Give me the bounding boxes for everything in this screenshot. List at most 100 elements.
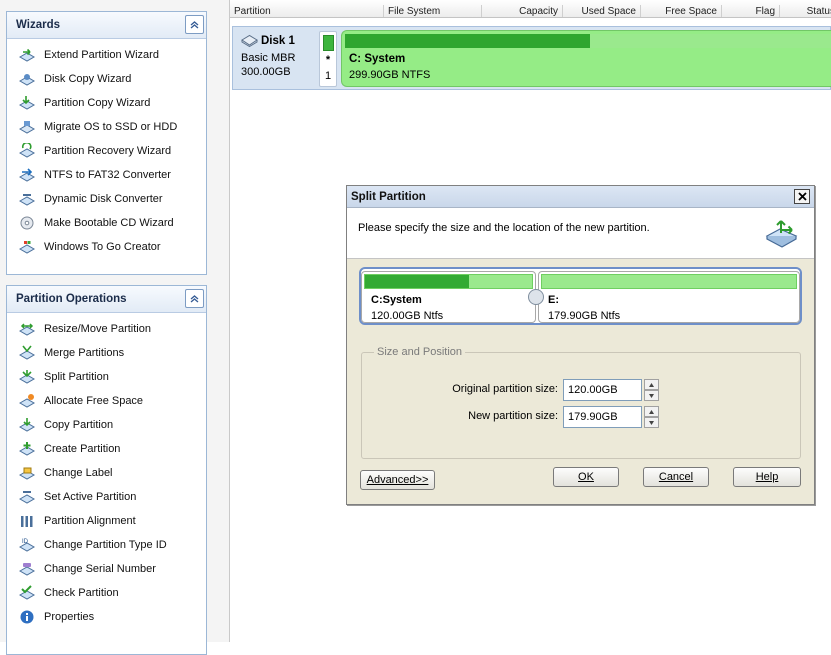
column-used-space[interactable]: Used Space bbox=[563, 5, 641, 17]
operation-item-label: Partition Alignment bbox=[44, 515, 136, 527]
disk-name: Disk 1 bbox=[261, 34, 295, 47]
column-capacity[interactable]: Capacity bbox=[482, 5, 563, 17]
resize-move-icon bbox=[18, 323, 36, 336]
wizard-item[interactable]: Partition Recovery Wizard bbox=[7, 139, 206, 163]
wizard-item[interactable]: NTFS to FAT32 Converter bbox=[7, 163, 206, 187]
operation-item[interactable]: Partition Alignment bbox=[7, 509, 206, 533]
partition-c-block[interactable]: C: System 299.90GB NTFS bbox=[341, 30, 831, 87]
ok-button[interactable]: OK bbox=[553, 467, 619, 487]
collapse-wizards-button[interactable] bbox=[185, 15, 204, 34]
operation-item-label: Check Partition bbox=[44, 587, 119, 599]
operations-panel: Partition Operations Resize/Move Partiti… bbox=[6, 285, 207, 655]
chevron-up-icon bbox=[190, 295, 199, 303]
split-drag-handle[interactable] bbox=[528, 289, 544, 305]
wizard-item-label: Migrate OS to SSD or HDD bbox=[44, 121, 178, 133]
sidebar: Wizards Extend Partition Wizard Disk Copy… bbox=[0, 0, 216, 655]
advanced-button[interactable]: Advanced>> bbox=[360, 470, 435, 490]
help-button[interactable]: Help bbox=[733, 467, 801, 487]
operation-item-label: Copy Partition bbox=[44, 419, 114, 431]
column-flag[interactable]: Flag bbox=[722, 5, 780, 17]
operation-item-label: Change Partition Type ID bbox=[44, 539, 167, 551]
operation-item[interactable]: Change Label bbox=[7, 461, 206, 485]
wizard-item[interactable]: Make Bootable CD Wizard bbox=[7, 211, 206, 235]
size-position-legend: Size and Position bbox=[374, 346, 465, 358]
operation-item[interactable]: Create Partition bbox=[7, 437, 206, 461]
wizard-item[interactable]: Windows To Go Creator bbox=[7, 235, 206, 259]
reserved-star: * bbox=[325, 54, 331, 66]
split-partition-icon bbox=[765, 220, 798, 248]
column-partition[interactable]: Partition bbox=[230, 5, 384, 17]
operation-item[interactable]: Allocate Free Space bbox=[7, 389, 206, 413]
partition-table-header: Partition File System Capacity Used Spac… bbox=[230, 0, 831, 18]
operation-item[interactable]: Set Active Partition bbox=[7, 485, 206, 509]
new-size-row: New partition size: bbox=[362, 406, 802, 428]
close-icon bbox=[797, 192, 807, 201]
operation-item[interactable]: ID Change Partition Type ID bbox=[7, 533, 206, 557]
wizards-panel-header[interactable]: Wizards bbox=[7, 12, 206, 39]
size-position-group: Size and Position Original partition siz… bbox=[361, 346, 802, 459]
left-usage-bar bbox=[365, 275, 469, 288]
original-size-input[interactable] bbox=[563, 379, 642, 401]
partition-recovery-icon bbox=[18, 143, 36, 158]
operations-panel-header[interactable]: Partition Operations bbox=[7, 286, 206, 313]
collapse-operations-button[interactable] bbox=[185, 289, 204, 308]
wizard-item-label: Windows To Go Creator bbox=[44, 241, 161, 253]
extend-partition-icon bbox=[18, 48, 36, 62]
original-size-row: Original partition size: bbox=[362, 379, 802, 401]
spin-up-icon[interactable] bbox=[644, 379, 659, 390]
ok-button-label: OK bbox=[578, 471, 594, 483]
mbr-reserved-block[interactable]: * 1 bbox=[319, 31, 337, 87]
sidebar-splitter[interactable] bbox=[216, 0, 230, 642]
wizard-item[interactable]: Extend Partition Wizard bbox=[7, 43, 206, 67]
operation-item[interactable]: Properties bbox=[7, 605, 206, 629]
left-partition-name: C:System bbox=[371, 294, 422, 306]
original-size-spinner[interactable] bbox=[644, 379, 659, 401]
dialog-title: Split Partition bbox=[351, 191, 426, 203]
column-free-space[interactable]: Free Space bbox=[641, 5, 722, 17]
operation-item[interactable]: Change Serial Number bbox=[7, 557, 206, 581]
right-partition-name: E: bbox=[548, 294, 559, 306]
operations-list: Resize/Move Partition Merge Partitions Spl… bbox=[7, 313, 206, 629]
ntfs-fat32-icon bbox=[18, 168, 36, 182]
left-partition-size: 120.00GB Ntfs bbox=[371, 310, 444, 322]
original-size-label: Original partition size: bbox=[452, 383, 558, 395]
split-right-partition[interactable]: E: 179.90GB Ntfs bbox=[538, 271, 800, 323]
operation-item-label: Merge Partitions bbox=[44, 347, 125, 359]
copy-partition-icon bbox=[18, 418, 36, 432]
operations-panel-title: Partition Operations bbox=[16, 293, 127, 305]
operation-item[interactable]: Copy Partition bbox=[7, 413, 206, 437]
wizard-item-label: Disk Copy Wizard bbox=[44, 73, 132, 85]
cancel-button[interactable]: Cancel bbox=[643, 467, 709, 487]
wizard-item[interactable]: Migrate OS to SSD or HDD bbox=[7, 115, 206, 139]
operation-item[interactable]: Split Partition bbox=[7, 365, 206, 389]
operation-item-label: Resize/Move Partition bbox=[44, 323, 151, 335]
operation-item[interactable]: Check Partition bbox=[7, 581, 206, 605]
chevron-up-icon bbox=[190, 21, 199, 29]
wizard-item-label: NTFS to FAT32 Converter bbox=[44, 169, 171, 181]
wizard-item[interactable]: Partition Copy Wizard bbox=[7, 91, 206, 115]
new-size-input[interactable] bbox=[563, 406, 642, 428]
operation-item[interactable]: Merge Partitions bbox=[7, 341, 206, 365]
disk-icon bbox=[241, 34, 258, 47]
wizards-panel-title: Wizards bbox=[16, 19, 60, 31]
close-button[interactable] bbox=[794, 189, 810, 204]
dialog-title-bar[interactable]: Split Partition bbox=[347, 186, 814, 208]
column-status[interactable]: Status bbox=[780, 5, 831, 17]
spin-up-icon[interactable] bbox=[644, 406, 659, 417]
new-size-spinner[interactable] bbox=[644, 406, 659, 428]
wizard-item[interactable]: Disk Copy Wizard bbox=[7, 67, 206, 91]
spin-down-icon[interactable] bbox=[644, 390, 659, 401]
help-button-label: Help bbox=[755, 471, 779, 483]
bootable-cd-icon bbox=[20, 216, 34, 230]
partition-copy-icon bbox=[18, 96, 36, 110]
wizard-item[interactable]: Dynamic Disk Converter bbox=[7, 187, 206, 211]
operation-item[interactable]: Resize/Move Partition bbox=[7, 317, 206, 341]
windows-to-go-icon bbox=[18, 241, 36, 254]
wizards-list: Extend Partition Wizard Disk Copy Wizard P… bbox=[7, 39, 206, 259]
column-file-system[interactable]: File System bbox=[384, 5, 482, 17]
disk-map-row[interactable]: Disk 1 Basic MBR 300.00GB * 1 C: System … bbox=[232, 26, 831, 90]
set-active-icon bbox=[18, 491, 36, 504]
left-usage-track bbox=[364, 274, 533, 289]
spin-down-icon[interactable] bbox=[644, 417, 659, 428]
split-left-partition[interactable]: C:System 120.00GB Ntfs bbox=[361, 271, 536, 323]
